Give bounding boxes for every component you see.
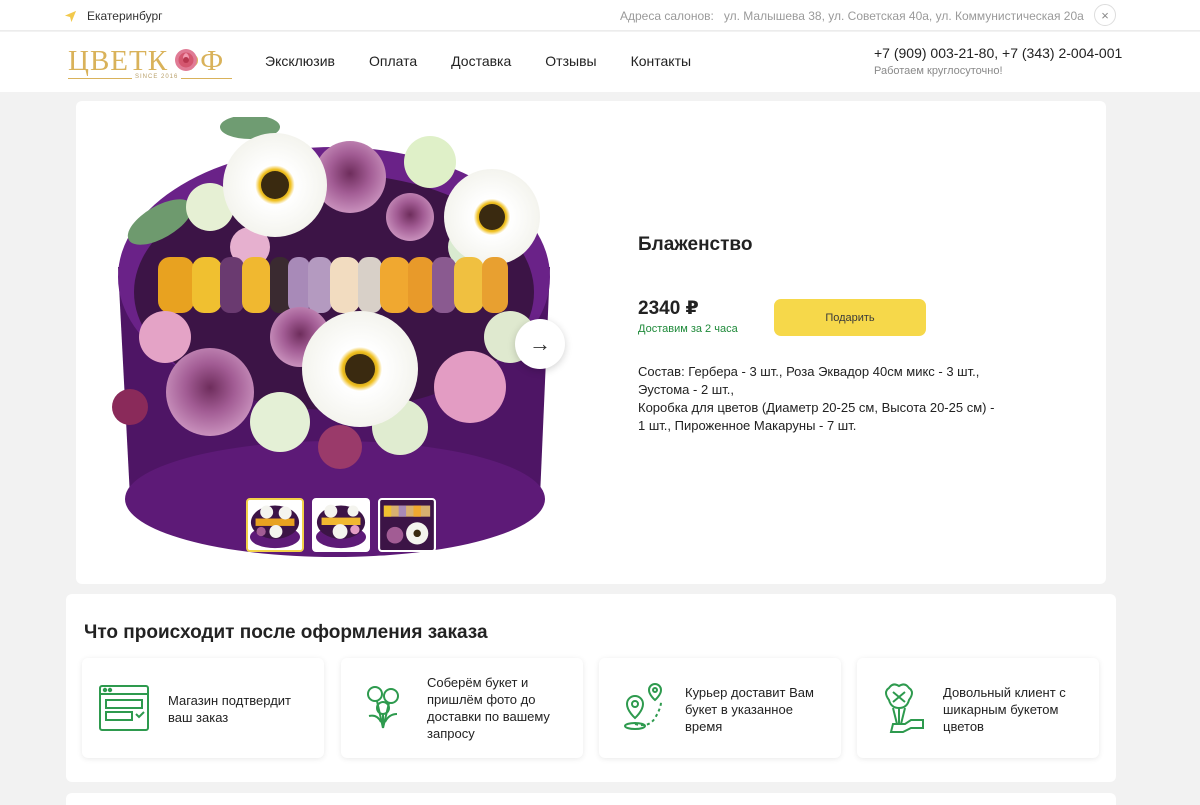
thumbnail-3[interactable] bbox=[378, 498, 436, 552]
step-text-line: Довольный клиент с bbox=[943, 685, 1066, 700]
thumbnail-image bbox=[314, 500, 368, 550]
city-name: Екатеринбург bbox=[87, 9, 163, 23]
delivery-time: Доставим за 2 часа bbox=[638, 323, 738, 335]
step-text-line: время bbox=[685, 719, 723, 734]
nav-contacts[interactable]: Контакты bbox=[631, 53, 691, 69]
step-text-line: пришлём фото до bbox=[427, 692, 536, 707]
gift-button[interactable]: Подарить bbox=[774, 299, 926, 336]
product-price: 2340 ₽ bbox=[638, 298, 699, 319]
step-text-line: шикарным букетом bbox=[943, 702, 1059, 717]
main-nav: Эксклюзив Оплата Доставка Отзывы Контакт… bbox=[265, 53, 725, 69]
location-arrow-icon bbox=[64, 10, 77, 22]
bouquet-hand-icon bbox=[885, 683, 924, 733]
logo-since: SINCE 2016 bbox=[132, 74, 182, 80]
rose-logo-icon bbox=[175, 49, 197, 71]
close-icon[interactable]: × bbox=[1094, 4, 1116, 26]
phone-numbers[interactable]: +7 (909) 003-21-80, +7 (343) 2-004-001 bbox=[874, 45, 1122, 61]
thumbnail-image bbox=[380, 500, 434, 550]
composition-line: Коробка для цветов (Диаметр 20-25 см, Вы… bbox=[638, 400, 995, 415]
nav-payment[interactable]: Оплата bbox=[369, 53, 417, 69]
site-header: ЦВЕТК ФФ SINCE 2016 Эксклюзив Оплата Дос… bbox=[0, 32, 1200, 92]
step-text-line: Соберём букет и bbox=[427, 675, 529, 690]
nav-exclusive[interactable]: Эксклюзив bbox=[265, 53, 335, 69]
thumbnail-1[interactable] bbox=[246, 498, 304, 552]
step-text-line: Магазин подтвердит bbox=[168, 693, 292, 708]
nav-reviews[interactable]: Отзывы bbox=[545, 53, 596, 69]
step-card-happy-client: Довольный клиент с шикарным букетом цвет… bbox=[857, 658, 1099, 758]
thumbnail-image bbox=[248, 500, 302, 550]
city-selector[interactable]: Екатеринбург bbox=[64, 9, 163, 23]
addresses-list: ул. Малышева 38, ул. Советская 40а, ул. … bbox=[723, 9, 1084, 23]
step-card-photo: Соберём букет и пришлём фото до доставки… bbox=[341, 658, 583, 758]
thumbnail-2[interactable] bbox=[312, 498, 370, 552]
step-text-line: доставки по вашему bbox=[427, 709, 550, 724]
step-text-line: ваш заказ bbox=[168, 710, 229, 725]
composition-line: Эустома - 2 шт., bbox=[638, 382, 734, 397]
next-section-card bbox=[66, 793, 1116, 805]
step-text: Курьер доставит Вам букет в указанное вр… bbox=[685, 684, 814, 735]
step-text-line: Курьер доставит Вам bbox=[685, 685, 814, 700]
salon-addresses: Адреса салонов: ул. Малышева 38, ул. Сове… bbox=[620, 9, 1084, 23]
photo-thumbnails bbox=[246, 498, 436, 552]
step-text-line: цветов bbox=[943, 719, 984, 734]
logo-text: ЦВЕТК ФФ bbox=[68, 45, 225, 77]
step-text: Довольный клиент с шикарным букетом цвет… bbox=[943, 684, 1066, 735]
composition-line: Состав: Гербера - 3 шт., Роза Эквадор 40… bbox=[638, 364, 980, 379]
step-card-courier: Курьер доставит Вам букет в указанное вр… bbox=[599, 658, 841, 758]
order-form-icon bbox=[99, 685, 149, 731]
next-photo-arrow-icon[interactable]: → bbox=[515, 319, 565, 369]
route-pin-icon bbox=[624, 683, 663, 730]
top-bar: Екатеринбург Адреса салонов: ул. Малышева… bbox=[0, 0, 1200, 31]
section-title: Что происходит после оформления заказа bbox=[84, 622, 488, 643]
product-title: Блаженство bbox=[638, 234, 753, 255]
flowers-icon bbox=[367, 686, 399, 729]
step-text: Магазин подтвердит ваш заказ bbox=[168, 692, 291, 726]
step-text: Соберём букет и пришлём фото до доставки… bbox=[427, 674, 550, 742]
after-order-section: Что происходит после оформления заказа М… bbox=[66, 594, 1116, 782]
step-text-line: букет в указанное bbox=[685, 702, 793, 717]
site-logo[interactable]: ЦВЕТК ФФ SINCE 2016 bbox=[68, 45, 234, 83]
product-composition: Состав: Гербера - 3 шт., Роза Эквадор 40… bbox=[638, 363, 1028, 435]
composition-line: 1 шт., Пироженное Макаруны - 7 шт. bbox=[638, 418, 857, 433]
working-hours: Работаем круглосуточно! bbox=[874, 65, 1003, 77]
addresses-label: Адреса салонов: bbox=[620, 9, 714, 23]
step-card-confirm: Магазин подтвердит ваш заказ bbox=[82, 658, 324, 758]
product-card: → Блаженство 2340 ₽ Доставим за 2 часа П… bbox=[76, 101, 1106, 584]
step-text-line: запросу bbox=[427, 726, 475, 741]
nav-delivery[interactable]: Доставка bbox=[451, 53, 511, 69]
